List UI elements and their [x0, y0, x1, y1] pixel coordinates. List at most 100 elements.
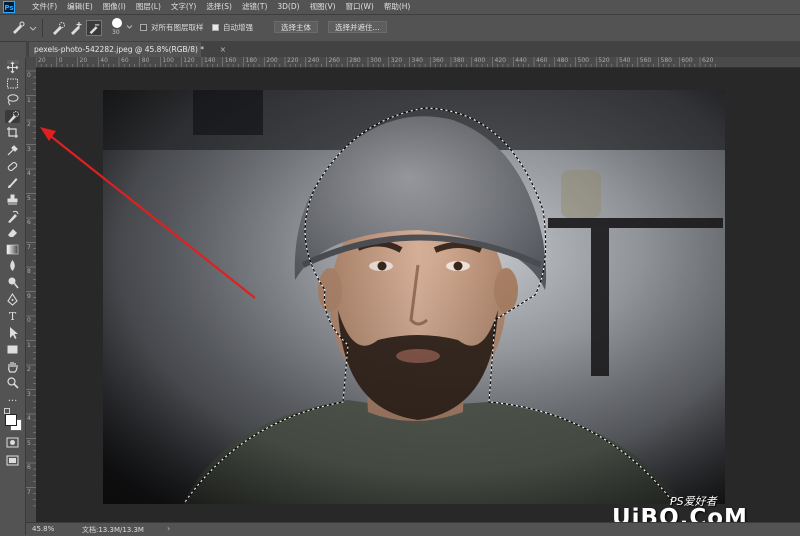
photoshop-logo: Ps [3, 1, 15, 13]
ruler-h-label: 400 [473, 57, 486, 64]
document-size: 文档:13.3M/13.3M [82, 526, 144, 534]
menu-help[interactable]: 帮助(H) [380, 0, 417, 14]
options-bar: 30 对所有图层取样 自动增强 选择主体 选择并遮住... [0, 15, 800, 42]
dodge-icon[interactable] [5, 276, 20, 289]
ruler-h-label: 480 [556, 57, 569, 64]
foreground-color-swatch[interactable] [5, 414, 17, 426]
document-image[interactable] [103, 90, 725, 504]
brush-preview-icon[interactable] [112, 18, 122, 28]
ruler-v-label: 0 [27, 317, 31, 324]
shape-icon[interactable] [5, 343, 20, 356]
sample-all-layers-label: 对所有图层取样 [151, 23, 204, 32]
sample-all-layers-checkbox[interactable] [140, 24, 147, 31]
ruler-v-label: 5 [27, 439, 31, 447]
ruler-h-label: 340 [411, 57, 423, 64]
move-icon[interactable] [5, 61, 20, 74]
menu-image[interactable]: 图像(I) [99, 0, 132, 14]
lasso-icon[interactable] [5, 93, 20, 106]
ruler-h-label: 20 [79, 57, 88, 64]
quick-selection-icon[interactable] [5, 110, 20, 123]
menu-type[interactable]: 文字(Y) [167, 0, 202, 14]
ruler-h-label: 320 [390, 57, 403, 64]
type-icon[interactable]: T [5, 310, 20, 323]
ruler-h-label: 0 [58, 57, 63, 64]
clone-stamp-icon[interactable] [5, 193, 20, 206]
ruler-h-label: 520 [598, 57, 610, 64]
ruler-h-label: 380 [453, 57, 465, 64]
ruler-h-label: 140 [204, 57, 216, 64]
ruler-h-label: 260 [328, 57, 340, 64]
color-swatches[interactable] [4, 408, 22, 431]
zoom-level[interactable]: 45.8% [32, 525, 54, 533]
subtract-from-selection-brush-icon[interactable] [86, 20, 102, 36]
path-selection-icon[interactable] [5, 326, 20, 339]
eraser-icon[interactable] [5, 226, 20, 239]
screen-mode-icon[interactable] [5, 454, 20, 467]
menu-view[interactable]: 视图(V) [306, 0, 342, 14]
zoom-icon[interactable] [5, 376, 20, 389]
menu-window[interactable]: 窗口(W) [342, 0, 380, 14]
pen-icon[interactable] [5, 293, 20, 306]
gradient-icon[interactable] [5, 243, 20, 256]
ruler-v-label: 1 [27, 341, 31, 349]
ruler-h-label: 300 [370, 57, 382, 64]
brush-size-value: 30 [112, 29, 120, 36]
menu-3d[interactable]: 3D(D) [273, 0, 305, 14]
ruler-h-label: 540 [619, 57, 631, 64]
ruler-h-label: 240 [307, 57, 320, 64]
history-brush-icon[interactable] [5, 210, 20, 223]
ruler-v-label: 4 [27, 170, 31, 177]
marquee-icon[interactable] [5, 77, 20, 90]
ruler-h-label: 220 [287, 57, 299, 64]
ruler-h-label: 60 [121, 57, 129, 64]
ruler-h-label: 20 [38, 57, 46, 64]
tools-panel: T ··· [0, 58, 26, 535]
menu-items: 文件(F) 编辑(E) 图像(I) 图层(L) 文字(Y) 选择(S) 滤镜(T… [28, 0, 416, 14]
horizontal-ruler[interactable]: 20 0 20 40 60 80 100 120 140 160 180 200 220 240 260 28… [36, 57, 800, 68]
ruler-v-label: 8 [27, 268, 31, 275]
ruler-v-label: 6 [27, 464, 31, 471]
tool-preset-picker[interactable] [10, 20, 38, 36]
close-icon[interactable]: × [220, 42, 226, 57]
menu-select[interactable]: 选择(S) [202, 0, 238, 14]
document-tab-bar: pexels-photo-542282.jpeg @ 45.8%(RGB/8) … [26, 41, 800, 57]
brush-icon[interactable] [5, 176, 20, 189]
menu-file[interactable]: 文件(F) [28, 0, 63, 14]
document-tab[interactable]: pexels-photo-542282.jpeg @ 45.8%(RGB/8) … [29, 42, 226, 57]
ruler-v-label: 1 [27, 96, 31, 104]
ruler-h-label: 40 [100, 57, 108, 64]
ruler-h-label: 200 [266, 57, 278, 64]
ruler-v-label: 9 [27, 292, 31, 300]
ruler-h-label: 80 [141, 57, 150, 64]
more-tools-icon[interactable]: ··· [5, 395, 20, 408]
chevron-down-icon[interactable] [126, 24, 133, 30]
ruler-h-label: 440 [515, 57, 527, 64]
menu-layer[interactable]: 图层(L) [132, 0, 167, 14]
menu-bar: Ps 文件(F) 编辑(E) 图像(I) 图层(L) 文字(Y) 选择(S) 滤… [0, 0, 800, 15]
menu-filter[interactable]: 滤镜(T) [238, 0, 273, 14]
document-tab-title: pexels-photo-542282.jpeg @ 45.8%(RGB/8) … [34, 45, 205, 54]
blur-icon[interactable] [5, 259, 20, 272]
select-and-mask-button[interactable]: 选择并遮住... [328, 21, 387, 33]
new-selection-brush-icon[interactable] [50, 20, 66, 36]
ruler-h-label: 100 [162, 57, 174, 64]
status-bar: 45.8% 文档:13.3M/13.3M › [26, 522, 800, 536]
hand-icon[interactable] [5, 360, 20, 373]
photo-content [103, 90, 725, 504]
ruler-h-label: 160 [224, 57, 237, 64]
menu-edit[interactable]: 编辑(E) [63, 0, 99, 14]
select-subject-button[interactable]: 选择主体 [274, 21, 318, 33]
healing-brush-icon[interactable] [5, 160, 20, 173]
ruler-h-label: 360 [432, 57, 444, 64]
ruler-v-label: 3 [27, 145, 31, 153]
crop-icon[interactable] [5, 126, 20, 139]
ruler-h-label: 600 [681, 57, 693, 64]
ruler-v-label: 2 [27, 121, 31, 128]
quick-mask-icon[interactable] [5, 436, 20, 449]
auto-enhance-checkbox[interactable] [212, 24, 219, 31]
ruler-corner [26, 57, 36, 67]
add-to-selection-brush-icon[interactable] [68, 20, 84, 36]
eyedropper-icon[interactable] [5, 143, 20, 156]
ruler-h-label: 460 [536, 57, 548, 64]
status-menu-arrow-icon[interactable]: › [167, 524, 170, 533]
